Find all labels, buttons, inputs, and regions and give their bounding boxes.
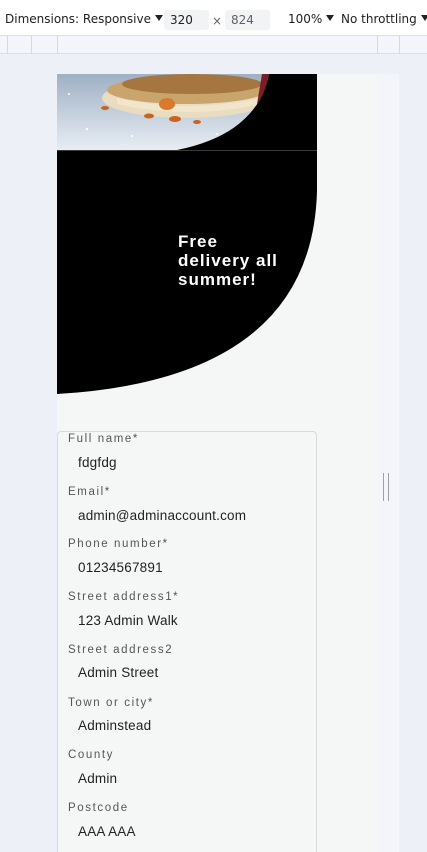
media-query-ruler[interactable] — [0, 36, 427, 54]
street-address2-label: Street address2 — [68, 644, 174, 656]
chevron-down-icon — [326, 15, 335, 21]
phone-number-label: Phone number* — [68, 538, 169, 550]
county-input[interactable]: Admin — [78, 771, 117, 786]
street-address2-input[interactable]: Admin Street — [78, 665, 158, 680]
full-name-label: Full name* — [68, 433, 139, 445]
promo-text: Free delivery all summer! — [178, 232, 278, 289]
full-name-input[interactable]: fdgfdg — [78, 455, 117, 470]
street-address1-label: Street address1* — [68, 591, 180, 603]
town-or-city-label: Town or city* — [68, 697, 154, 709]
dimensions-dropdown[interactable]: Dimensions: Responsive — [5, 12, 163, 26]
viewport-resize-handle[interactable] — [383, 473, 389, 501]
chevron-down-icon — [154, 15, 163, 21]
devtools-device-toolbar: Dimensions: Responsive 320 × 824 100% No… — [0, 0, 427, 36]
postcode-label: Postcode — [68, 802, 129, 814]
hero-food-image — [57, 74, 317, 150]
email-label: Email* — [68, 486, 111, 498]
width-input[interactable]: 320 — [164, 10, 209, 30]
throttling-dropdown[interactable]: No throttling — [341, 12, 427, 26]
promo-banner: Free delivery all summer! — [57, 151, 317, 394]
times-sign: × — [212, 14, 223, 28]
checkout-form: Full name* fdgfdg Email* admin@adminacco… — [57, 431, 317, 852]
town-or-city-input[interactable]: Adminstead — [78, 718, 151, 733]
postcode-input[interactable]: AAA AAA — [78, 824, 136, 839]
dimensions-label: Dimensions: Responsive — [5, 12, 151, 26]
email-input[interactable]: admin@adminaccount.com — [78, 508, 246, 523]
county-label: County — [68, 749, 115, 761]
page-viewport: Free delivery all summer! Full name* fdg… — [57, 74, 377, 852]
viewport-right-gutter — [377, 74, 399, 852]
height-input[interactable]: 824 — [225, 10, 270, 30]
phone-number-input[interactable]: 01234567891 — [78, 560, 163, 575]
zoom-dropdown[interactable]: 100% — [288, 12, 335, 26]
zoom-label: 100% — [288, 12, 323, 26]
chevron-down-icon — [420, 15, 427, 21]
street-address1-input[interactable]: 123 Admin Walk — [78, 613, 178, 628]
throttling-label: No throttling — [341, 12, 417, 26]
